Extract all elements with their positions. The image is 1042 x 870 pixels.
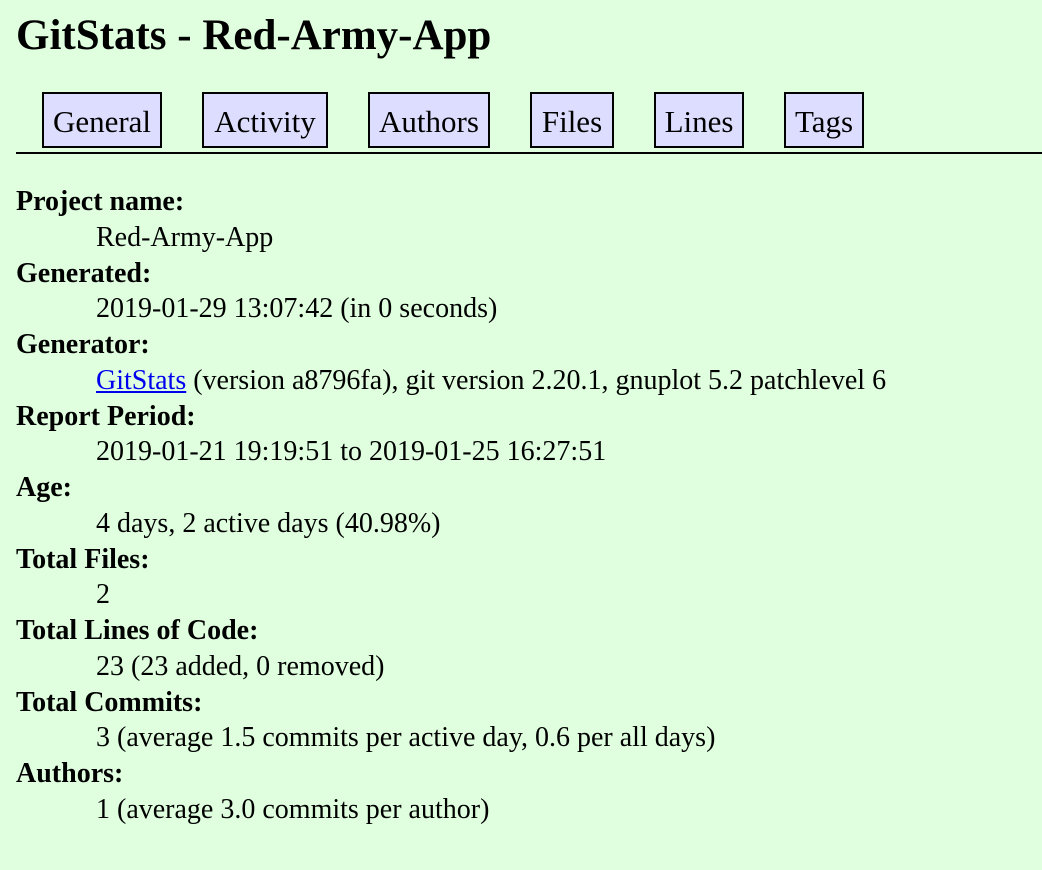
authors-label: Authors: [16,758,124,789]
total-lines-label: Total Lines of Code: [16,615,259,646]
age-label: Age: [16,472,72,503]
general-info-list: Project name: Red-Army-App Generated: 20… [16,184,1042,828]
project-name-label: Project name: [16,186,185,217]
total-lines-value: 23 (23 added, 0 removed) [96,650,385,682]
page-title: GitStats - Red-Army-App [16,12,492,59]
tab-activity[interactable]: Activity [202,92,328,148]
total-commits-label: Total Commits: [16,686,203,718]
tab-general[interactable]: General [42,92,162,148]
tab-authors[interactable]: Authors [368,92,490,148]
report-period-value: 2019-01-21 19:19:51 to 2019-01-25 16:27:… [96,436,607,467]
generator-label: Generator: [16,329,150,360]
project-name-value: Red-Army-App [96,221,274,253]
total-files-value: 2 [96,579,110,610]
tab-lines[interactable]: Lines [654,92,744,148]
total-commits-value: 3 (average 1.5 commits per active day, 0… [96,722,716,753]
authors-value: 1 (average 3.0 commits per author) [96,793,490,825]
nav-bar: General Activity Authors Files Lines Tag… [16,92,1042,154]
total-files-label: Total Files: [16,543,150,575]
age-value: 4 days, 2 active days (40.98%) [96,507,441,539]
gitstats-link[interactable]: GitStats [96,365,186,396]
generated-value: 2019-01-29 13:07:42 (in 0 seconds) [96,293,498,324]
tab-tags[interactable]: Tags [784,92,864,148]
tab-files[interactable]: Files [530,92,614,148]
report-period-label: Report Period: [16,400,196,432]
generated-label: Generated: [16,257,152,289]
generator-value: GitStats (version a8796fa), git version … [96,363,1042,399]
generator-version-text: (version a8796fa), git version 2.20.1, g… [186,364,887,396]
